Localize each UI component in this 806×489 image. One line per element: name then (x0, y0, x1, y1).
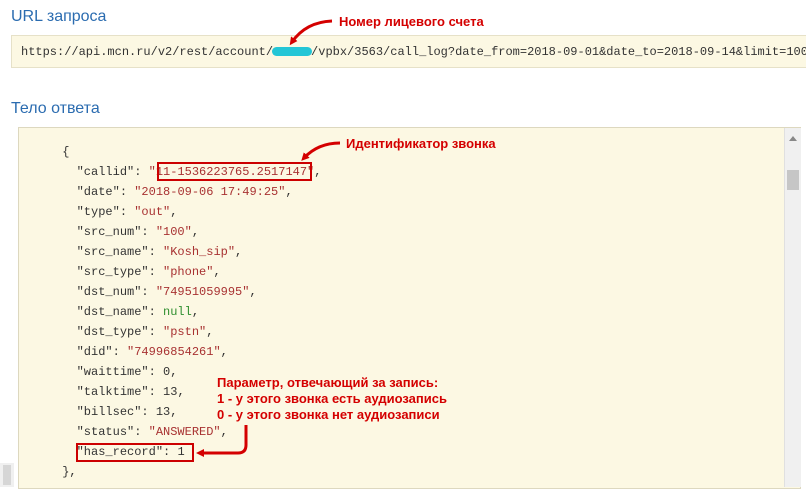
account-number-annotation: Номер лицевого счета (339, 14, 484, 29)
record-param-line-2: 1 - у этого звонка есть аудиозапись (217, 391, 447, 406)
has-record-arrow (196, 425, 248, 457)
callid-arrow (301, 141, 341, 161)
record-param-line-1: Параметр, отвечающий за запись: (217, 375, 439, 390)
account-arrow (289, 19, 333, 46)
record-param-annotation: Параметр, отвечающий за запись: 1 - у эт… (217, 375, 447, 423)
record-param-line-3: 0 - у этого звонка нет аудиозаписи (217, 407, 440, 422)
call-id-annotation: Идентификатор звонка (346, 136, 496, 151)
